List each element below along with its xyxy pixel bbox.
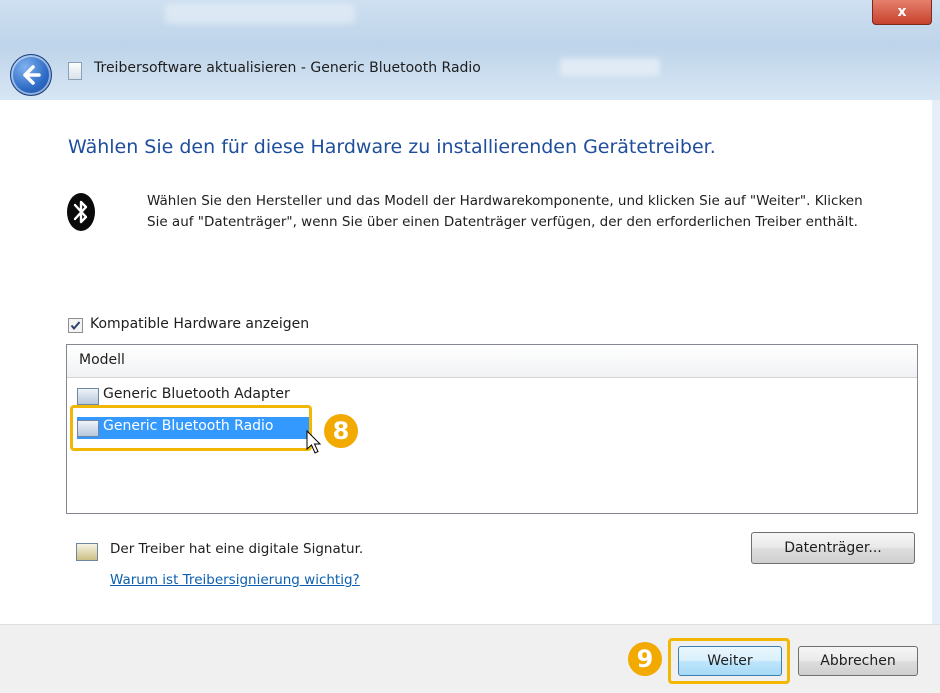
close-button[interactable]: x <box>872 0 932 25</box>
window-title: Treibersoftware aktualisieren - Generic … <box>94 60 481 76</box>
device-icon <box>68 62 82 80</box>
highlight-box-step-8 <box>70 405 312 451</box>
step-badge-8: 8 <box>324 414 358 448</box>
step-badge-9: 9 <box>628 642 662 676</box>
window-chrome: x <box>0 0 940 100</box>
list-item-label: Generic Bluetooth Adapter <box>103 386 290 402</box>
back-arrow-icon <box>23 65 41 85</box>
page-heading: Wählen Sie den für diese Hardware zu ins… <box>68 136 716 158</box>
back-button[interactable] <box>10 54 52 96</box>
driver-icon <box>77 388 99 405</box>
signature-icon <box>76 543 98 561</box>
signature-text: Der Treiber hat eine digitale Signatur. <box>110 541 364 557</box>
compatible-hardware-label[interactable]: Kompatible Hardware anzeigen <box>90 316 309 332</box>
list-item[interactable]: Generic Bluetooth Adapter <box>77 385 327 407</box>
model-column-header[interactable]: Modell <box>67 345 917 378</box>
background-window-title-blur <box>165 4 355 24</box>
checkmark-icon <box>70 321 81 331</box>
model-column-header-label: Modell <box>79 352 125 368</box>
cancel-button[interactable]: Abbrechen <box>798 646 918 676</box>
window-border <box>932 100 940 692</box>
signature-info-link[interactable]: Warum ist Treibersignierung wichtig? <box>110 572 360 588</box>
compatible-hardware-checkbox[interactable] <box>68 318 83 333</box>
have-disk-button[interactable]: Datenträger... <box>751 532 915 564</box>
highlight-box-step-9 <box>668 638 790 684</box>
mouse-cursor-icon <box>306 430 322 454</box>
bluetooth-icon <box>67 193 95 231</box>
instruction-text: Wählen Sie den Hersteller und das Modell… <box>147 193 863 230</box>
